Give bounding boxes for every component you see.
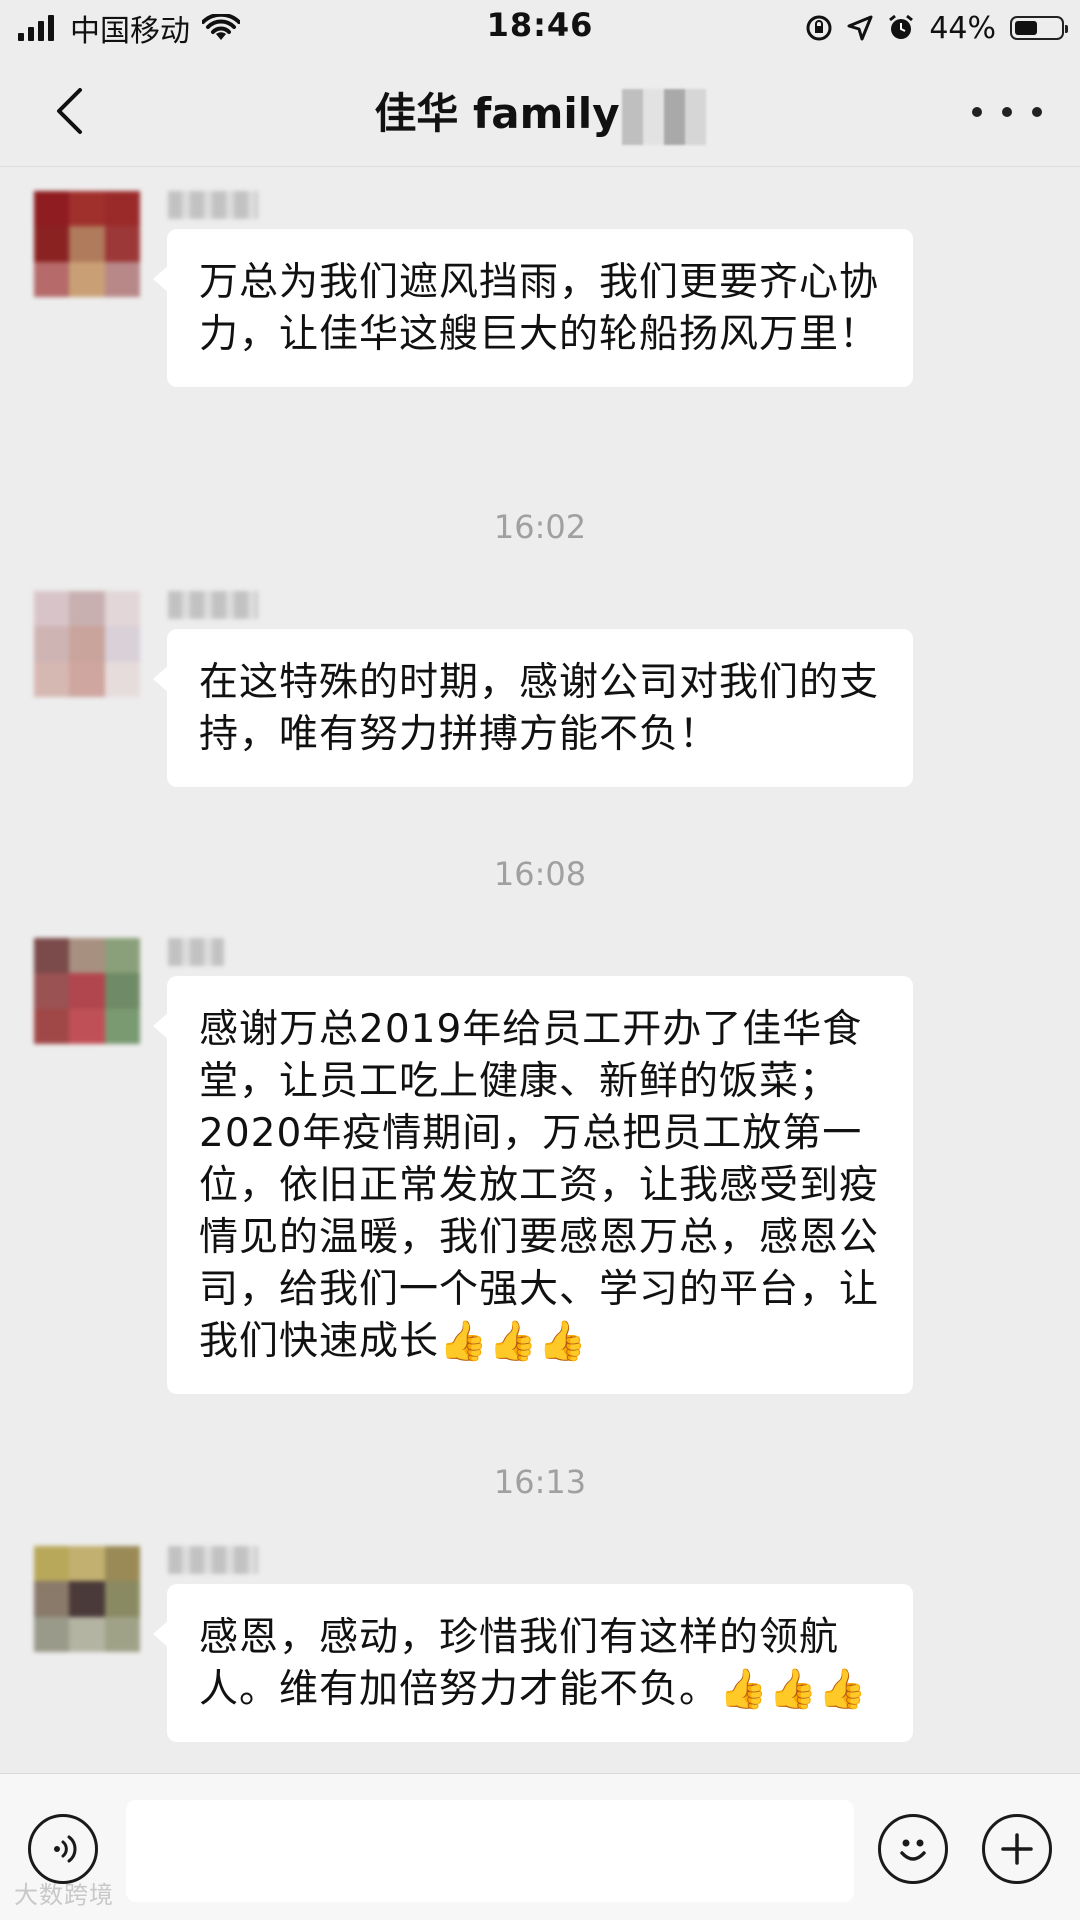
status-right: 44%: [805, 8, 1068, 48]
sender-name-redacted: [168, 191, 258, 219]
location-icon: [847, 15, 873, 41]
message-list[interactable]: 万总为我们遮风挡雨，我们更要齐心协力，让佳华这艘巨大的轮船扬风万里！ 16:02…: [0, 167, 1080, 1773]
sender-name-redacted: [168, 591, 258, 619]
more-dot: [1032, 107, 1042, 117]
sender-name-redacted: [168, 938, 224, 966]
more-dot: [1002, 107, 1012, 117]
avatar[interactable]: [34, 591, 140, 697]
more-button[interactable]: [972, 92, 1042, 132]
voice-button[interactable]: [28, 1814, 98, 1884]
message-bubble[interactable]: 感恩，感动，珍惜我们有这样的领航人。维有加倍努力才能不负。👍👍👍: [153, 1584, 913, 1742]
avatar[interactable]: [34, 938, 140, 1044]
sender-name-redacted: [168, 1546, 258, 1574]
chat-title: 佳华 family: [0, 80, 1080, 145]
rotation-lock-icon: [806, 15, 832, 41]
message-input[interactable]: [126, 1800, 854, 1902]
watermark: 大数跨境: [14, 1881, 114, 1909]
more-dot: [972, 107, 982, 117]
emoji-icon: [900, 1839, 926, 1861]
battery-icon: [1010, 16, 1068, 40]
chat-title-text: 佳华 family: [374, 89, 620, 138]
plus-icon: [1001, 1833, 1033, 1865]
timestamp: 16:13: [493, 1463, 587, 1501]
timestamp: 16:02: [493, 508, 587, 546]
input-bar: [0, 1773, 1080, 1920]
voice-icon: [54, 1835, 77, 1863]
avatar[interactable]: [34, 191, 140, 297]
nav-bar: 佳华 family: [0, 56, 1080, 167]
status-bar: 中国移动 18:46 44%: [0, 0, 1080, 56]
message-bubble[interactable]: 感谢万总2019年给员工开办了佳华食堂，让员工吃上健康、新鲜的饭菜；2020年疫…: [153, 976, 913, 1394]
battery-percent: 44%: [929, 10, 996, 46]
avatar[interactable]: [34, 1546, 140, 1652]
chat-screen: 中国移动 18:46 44% 佳华 family 万总为我们遮风挡雨，我们更要齐…: [0, 0, 1080, 1920]
plus-button[interactable]: [982, 1814, 1052, 1884]
redacted-title-suffix: [621, 88, 706, 145]
message-bubble[interactable]: 万总为我们遮风挡雨，我们更要齐心协力，让佳华这艘巨大的轮船扬风万里！: [153, 229, 913, 387]
emoji-button[interactable]: [878, 1814, 948, 1884]
timestamp: 16:08: [493, 855, 587, 893]
alarm-icon: [889, 14, 914, 39]
message-bubble[interactable]: 在这特殊的时期，感谢公司对我们的支持，唯有努力拼搏方能不负！: [153, 629, 913, 787]
